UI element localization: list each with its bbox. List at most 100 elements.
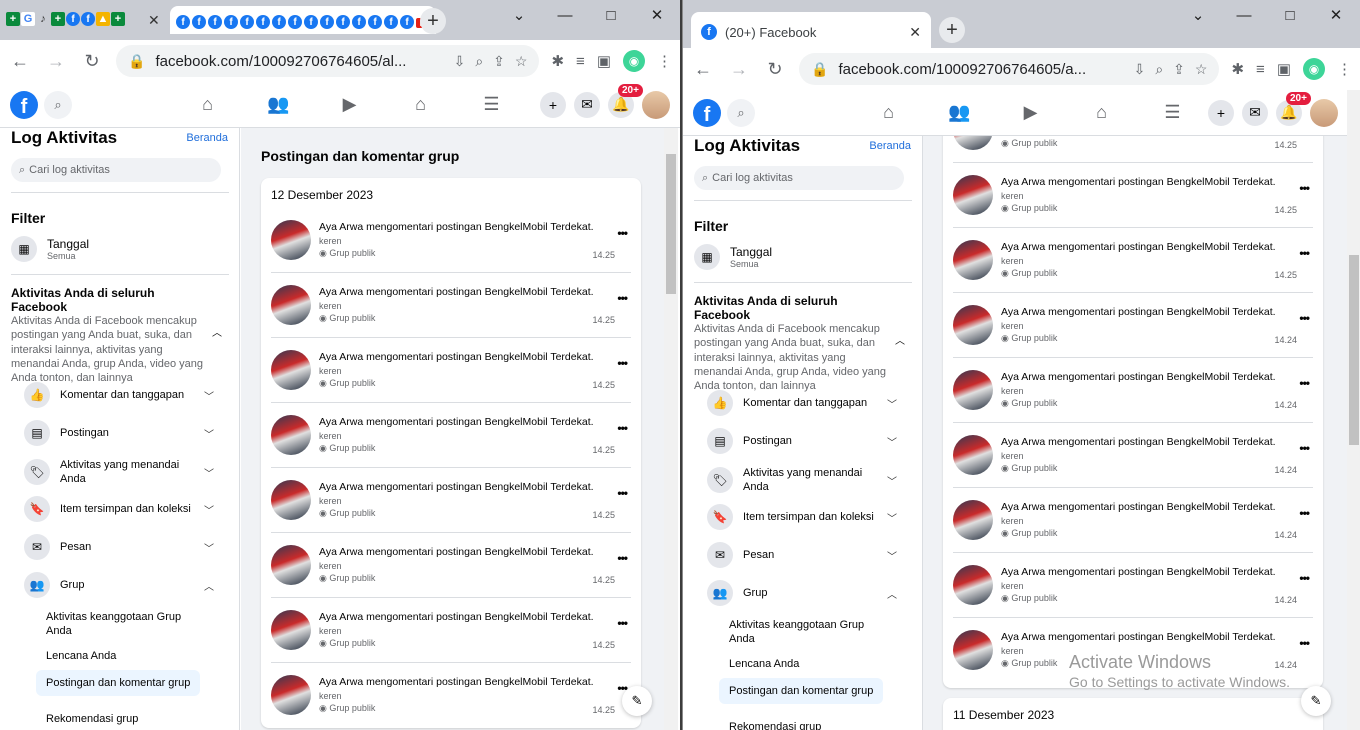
list-item[interactable]: Aya Arwa mengomentari postingan BengkelM… — [271, 598, 631, 663]
post-thumbnail[interactable] — [953, 305, 993, 345]
pinned-tab-icon[interactable]: f — [81, 12, 95, 26]
category-item[interactable]: ✉ Pesan ﹀ — [707, 542, 897, 568]
more-options-icon[interactable]: ••• — [1299, 441, 1310, 455]
new-tab-button[interactable]: + — [420, 8, 446, 34]
media-icon[interactable]: ≡ — [1256, 61, 1265, 78]
more-options-icon[interactable]: ••• — [1299, 246, 1310, 260]
scrollbar-thumb[interactable] — [666, 154, 676, 294]
profile-icon[interactable]: ◉ — [1303, 58, 1325, 80]
group-sub-item[interactable]: Lencana Anda — [36, 643, 206, 669]
facebook-tab-icon[interactable]: f — [256, 15, 270, 29]
home-link[interactable]: Beranda — [869, 140, 911, 152]
list-item[interactable]: Aya Arwa mengomentari postingan BengkelM… — [271, 663, 631, 728]
category-item[interactable]: 🏷 Aktivitas yang menandai Anda ﹀ — [24, 458, 214, 487]
share-icon[interactable]: ⇪ — [493, 53, 505, 70]
maximize-button[interactable]: □ — [588, 0, 634, 30]
group-sub-item[interactable]: Aktivitas keanggotaan Grup Anda — [719, 612, 889, 653]
zoom-icon[interactable]: ⌕ — [475, 53, 483, 70]
pinned-tab-icon[interactable]: ▲ — [96, 12, 110, 26]
post-thumbnail[interactable] — [953, 500, 993, 540]
chevron-down-icon[interactable]: ﹀ — [204, 540, 214, 555]
reload-icon[interactable]: ↻ — [80, 51, 104, 72]
more-options-icon[interactable]: ••• — [1299, 311, 1310, 325]
profile-icon[interactable]: ◉ — [623, 50, 645, 72]
date-filter[interactable]: ▦ Tanggal Semua — [694, 244, 772, 270]
chrome-menu-icon[interactable]: ⋮ — [1337, 60, 1352, 78]
post-thumbnail[interactable] — [953, 175, 993, 215]
chevron-down-icon[interactable]: ﹀ — [887, 473, 897, 488]
facebook-tab-icon[interactable]: f — [208, 15, 222, 29]
reload-icon[interactable]: ↻ — [763, 59, 787, 80]
list-item[interactable]: Aya Arwa mengomentari postingan BengkelM… — [271, 338, 631, 403]
category-item[interactable]: ▤ Postingan ﹀ — [707, 428, 897, 454]
date-filter[interactable]: ▦ Tanggal Semua — [11, 236, 89, 262]
more-options-icon[interactable]: ••• — [617, 616, 628, 630]
watch-icon[interactable]: ▶ — [314, 94, 385, 115]
list-item[interactable]: Aya Arwa mengomentari postingan BengkelM… — [271, 403, 631, 468]
friends-icon[interactable]: 👥 — [924, 102, 995, 123]
bookmark-star-icon[interactable]: ☆ — [1195, 61, 1208, 78]
list-item[interactable]: Aya Arwa mengomentari postingan BengkelM… — [953, 423, 1313, 488]
list-item[interactable]: Aya Arwa mengomentari postingan BengkelM… — [953, 163, 1313, 228]
list-item[interactable]: Aya Arwa mengomentari postingan BengkelM… — [271, 208, 631, 273]
chevron-up-icon[interactable]: ︿ — [204, 578, 214, 593]
all-activity-section[interactable]: Aktivitas Anda di seluruh Facebook Aktivi… — [11, 286, 211, 385]
search-icon[interactable]: ⌕ — [44, 90, 72, 119]
notifications-icon[interactable]: 🔔 20+ — [608, 83, 643, 118]
back-icon[interactable]: ← — [691, 59, 715, 80]
list-item[interactable]: Aya Arwa mengomentari postingan BengkelM… — [953, 358, 1313, 423]
minimize-button[interactable]: — — [1221, 0, 1267, 30]
facebook-tab-icon[interactable]: f — [320, 15, 334, 29]
create-icon[interactable]: + — [540, 91, 566, 118]
post-thumbnail[interactable] — [271, 415, 311, 455]
more-options-icon[interactable]: ••• — [1299, 636, 1310, 650]
list-item[interactable]: Aya Arwa mengomentari postingan BengkelM… — [271, 273, 631, 338]
category-item[interactable]: 👥 Grup ︿ — [24, 572, 214, 598]
pinned-tab-icon[interactable]: + — [51, 12, 65, 26]
messenger-icon[interactable]: ✉ — [574, 91, 600, 118]
tab-search-icon[interactable]: ⌄ — [496, 0, 542, 30]
extensions-icon[interactable]: ✱ — [1231, 60, 1244, 78]
category-item[interactable]: 👍 Komentar dan tanggapan ﹀ — [24, 382, 214, 408]
notifications-icon[interactable]: 🔔 20+ — [1276, 91, 1311, 126]
home-icon[interactable]: ⌂ — [853, 102, 924, 123]
list-item[interactable]: Aya Arwa mengomentari postingan BengkelM… — [953, 553, 1313, 618]
all-activity-section[interactable]: Aktivitas Anda di seluruh Facebook Aktivi… — [694, 294, 894, 393]
facebook-logo-icon[interactable]: f — [10, 90, 38, 119]
post-thumbnail[interactable] — [271, 545, 311, 585]
home-icon[interactable]: ⌂ — [172, 94, 243, 115]
close-tab-icon[interactable]: ✕ — [909, 24, 921, 41]
back-icon[interactable]: ← — [8, 51, 32, 72]
chrome-menu-icon[interactable]: ⋮ — [657, 52, 672, 70]
more-options-icon[interactable]: ••• — [1299, 571, 1310, 585]
more-options-icon[interactable]: ••• — [617, 486, 628, 500]
post-thumbnail[interactable] — [953, 630, 993, 670]
new-tab-button[interactable]: + — [939, 17, 965, 43]
facebook-tab-icon[interactable]: f — [352, 15, 366, 29]
more-options-icon[interactable]: ••• — [617, 226, 628, 240]
post-thumbnail[interactable] — [953, 435, 993, 475]
list-item[interactable]: Aya Arwa mengomentari postingan BengkelM… — [953, 228, 1313, 293]
facebook-tab-icon[interactable]: f — [384, 15, 398, 29]
close-window-button[interactable]: ✕ — [1313, 0, 1359, 30]
extensions-icon[interactable]: ✱ — [551, 52, 564, 70]
menu-icon[interactable]: ☰ — [1137, 102, 1208, 123]
chevron-down-icon[interactable]: ﹀ — [887, 548, 897, 563]
address-bar[interactable]: 🔒 facebook.com/100092706764605/al... ⇩ ⌕… — [116, 45, 540, 77]
watch-icon[interactable]: ▶ — [995, 102, 1066, 123]
group-sub-item[interactable]: Postingan dan komentar grup — [36, 670, 201, 697]
facebook-tab-icon[interactable]: f — [192, 15, 206, 29]
media-icon[interactable]: ≡ — [576, 53, 585, 70]
bookmark-star-icon[interactable]: ☆ — [515, 53, 528, 70]
group-sub-item[interactable]: Postingan dan komentar grup — [719, 678, 884, 705]
tab-facebook[interactable]: f (20+) Facebook ✕ — [691, 12, 931, 52]
maximize-button[interactable]: □ — [1267, 0, 1313, 30]
chevron-down-icon[interactable]: ﹀ — [887, 434, 897, 449]
install-icon[interactable]: ⇩ — [1134, 61, 1146, 78]
scrollbar[interactable] — [664, 128, 678, 730]
activity-search-input[interactable]: ⌕ Cari log aktivitas — [694, 166, 904, 190]
post-thumbnail[interactable] — [953, 370, 993, 410]
group-sub-item[interactable]: Rekomendasi grup — [36, 706, 206, 730]
list-item[interactable]: Aya Arwa mengomentari postingan BengkelM… — [953, 293, 1313, 358]
post-thumbnail[interactable] — [271, 350, 311, 390]
